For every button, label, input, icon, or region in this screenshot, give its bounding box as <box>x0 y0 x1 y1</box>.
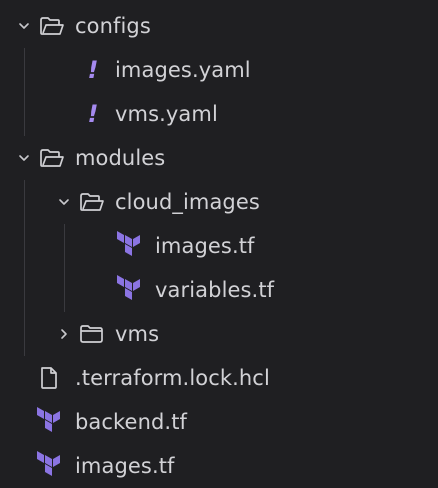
tree-file-backend-tf[interactable]: backend.tf <box>0 400 438 444</box>
tree-item-label: backend.tf <box>75 410 188 434</box>
file-explorer-tree: configs ! images.yaml ! vms.yaml modules… <box>0 0 438 486</box>
folder-open-icon <box>38 4 66 48</box>
terraform-icon <box>34 400 66 444</box>
tree-file-terraform-lock-hcl[interactable]: .terraform.lock.hcl <box>0 356 438 400</box>
tree-item-label: images.yaml <box>115 58 251 82</box>
tree-folder-vms[interactable]: vms <box>0 312 438 356</box>
terraform-icon <box>34 444 66 488</box>
chevron-down-icon[interactable] <box>16 4 32 48</box>
tree-file-vms-yaml[interactable]: ! vms.yaml <box>0 92 438 136</box>
folder-open-icon <box>38 136 66 180</box>
file-icon <box>36 356 62 400</box>
yaml-exclamation-icon: ! <box>87 56 99 84</box>
tree-item-label: cloud_images <box>115 190 260 214</box>
tree-item-label: images.tf <box>155 234 255 258</box>
tree-folder-configs[interactable]: configs <box>0 4 438 48</box>
tree-file-images-tf-nested[interactable]: images.tf <box>0 224 438 268</box>
yaml-exclamation-icon: ! <box>87 100 99 128</box>
tree-folder-cloud-images[interactable]: cloud_images <box>0 180 438 224</box>
tree-file-images-tf-root[interactable]: images.tf <box>0 444 438 488</box>
tree-item-label: vms <box>115 322 160 346</box>
tree-item-label: vms.yaml <box>115 102 218 126</box>
folder-open-icon <box>78 180 106 224</box>
terraform-icon <box>114 224 146 268</box>
chevron-down-icon[interactable] <box>56 180 72 224</box>
tree-file-variables-tf[interactable]: variables.tf <box>0 268 438 312</box>
folder-closed-icon <box>78 312 106 356</box>
tree-item-label: configs <box>75 14 151 38</box>
chevron-right-icon[interactable] <box>56 312 72 356</box>
tree-folder-modules[interactable]: modules <box>0 136 438 180</box>
tree-file-images-yaml[interactable]: ! images.yaml <box>0 48 438 92</box>
tree-item-label: images.tf <box>75 454 175 478</box>
tree-item-label: modules <box>75 146 166 170</box>
chevron-down-icon[interactable] <box>16 136 32 180</box>
tree-item-label: .terraform.lock.hcl <box>75 366 270 390</box>
terraform-icon <box>114 268 146 312</box>
tree-item-label: variables.tf <box>155 278 275 302</box>
